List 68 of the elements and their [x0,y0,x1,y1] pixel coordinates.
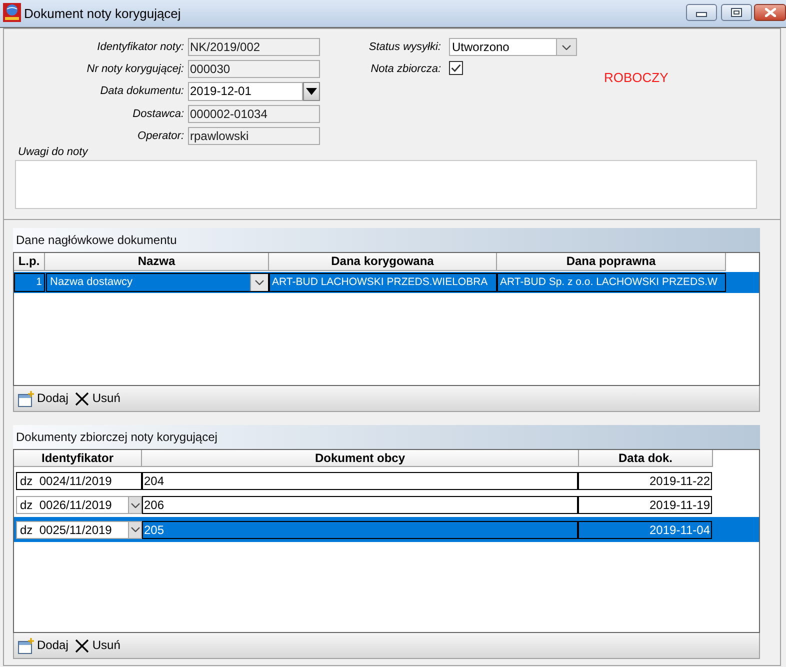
column-header[interactable]: Identyfikator [14,450,142,467]
document-status-text: ROBOCZY [604,70,668,85]
column-header[interactable]: L.p. [14,253,45,271]
column-header[interactable]: Dana poprawna [497,253,726,271]
column-header[interactable]: Data dok. [579,450,713,467]
notes-field[interactable] [15,160,757,209]
dropdown-field[interactable]: dz 0026/11/2019 [16,496,142,514]
field-label: Nr noty korygującej: [86,62,184,76]
text-field[interactable]: dz 0024/11/2019 [16,472,142,490]
checkmark-icon [451,64,461,72]
status-dropdown[interactable]: Utworzono [449,38,577,56]
add-button[interactable]: Dodaj [18,636,68,656]
dropdown-button[interactable] [128,497,141,513]
field-label: Nota zbiorcza: [370,62,441,76]
column-header[interactable]: Nazwa [45,253,269,271]
field-label: Status wysyłki: [368,40,441,54]
dropdown-field[interactable]: dz 0025/11/2019 [16,520,142,538]
minimize-button[interactable] [686,4,717,21]
field-label: Dostawca: [132,108,184,120]
dropdown-button[interactable] [250,274,268,291]
selected-row[interactable]: 1 Nazwa dostawcy ART-BUD LACHOWSKI PRZEDS.WIELOBRA ART-BUD Sp. z o.o. LACHOWSKI PRZEDS.W [14,272,759,293]
field-label: Data dokumentu: [100,84,184,98]
table-cell: 2019-11-19 [578,496,712,514]
table-cell: ART-BUD LACHOWSKI PRZEDS.WIELOBRA [269,273,497,292]
table-cell: 206 [142,496,578,514]
cross-icon [75,392,90,406]
dropdown-button[interactable] [556,39,576,55]
window-plus-icon [18,638,34,654]
dropdown-field[interactable]: Nazwa dostawcy [46,273,269,292]
table-cell: 204 [142,472,578,490]
triangle-down-icon [306,88,317,95]
dropdown-button[interactable] [128,522,141,538]
minimize-icon [696,12,707,17]
chevron-down-icon [130,527,140,532]
checkbox[interactable] [449,61,463,75]
window-title: Dokument noty korygującej [24,6,181,22]
table-cell: ART-BUD Sp. z o.o. LACHOWSKI PRZEDS.W [497,273,726,292]
column-header[interactable]: Dokument obcy [142,450,579,467]
cross-icon [75,638,90,652]
date-field[interactable]: 2019-12-01 [188,82,303,101]
close-icon [764,8,776,17]
maximize-icon [731,8,742,17]
window-plus-icon [18,390,34,406]
text-field[interactable]: rpawlowski [188,127,320,145]
chevron-down-icon [255,280,264,285]
table-cell: 2019-11-04 [578,520,712,538]
field-label: Operator: [138,130,184,142]
field-label: Uwagi do noty [18,146,88,159]
add-button[interactable]: Dodaj [18,388,68,408]
column-header[interactable]: Dana korygowana [269,253,497,271]
delete-button[interactable]: Usuń [75,636,120,656]
text-field[interactable]: 000002-01034 [188,105,320,123]
delete-button[interactable]: Usuń [75,388,120,408]
table-cell: 205 [142,520,578,538]
field-label: Identyfikator noty: [97,40,184,54]
selected-row[interactable]: dz 0025/11/2019 205 2019-11-04 [14,517,759,542]
text-field[interactable]: 000030 [188,60,320,78]
close-button[interactable] [754,4,786,21]
date-picker-button[interactable] [303,82,320,101]
section-title: Dane nagłówkowe dokumentu [16,232,177,248]
table-cell: 1 [14,273,45,292]
chevron-down-icon [562,44,571,50]
globe-logo-icon [3,3,21,22]
maximize-button[interactable] [721,4,752,21]
section-title: Dokumenty zbiorczej noty korygującej [16,430,218,444]
text-field[interactable]: NK/2019/002 [188,38,320,56]
table-cell: 2019-11-22 [578,472,712,490]
chevron-down-icon [130,502,140,508]
